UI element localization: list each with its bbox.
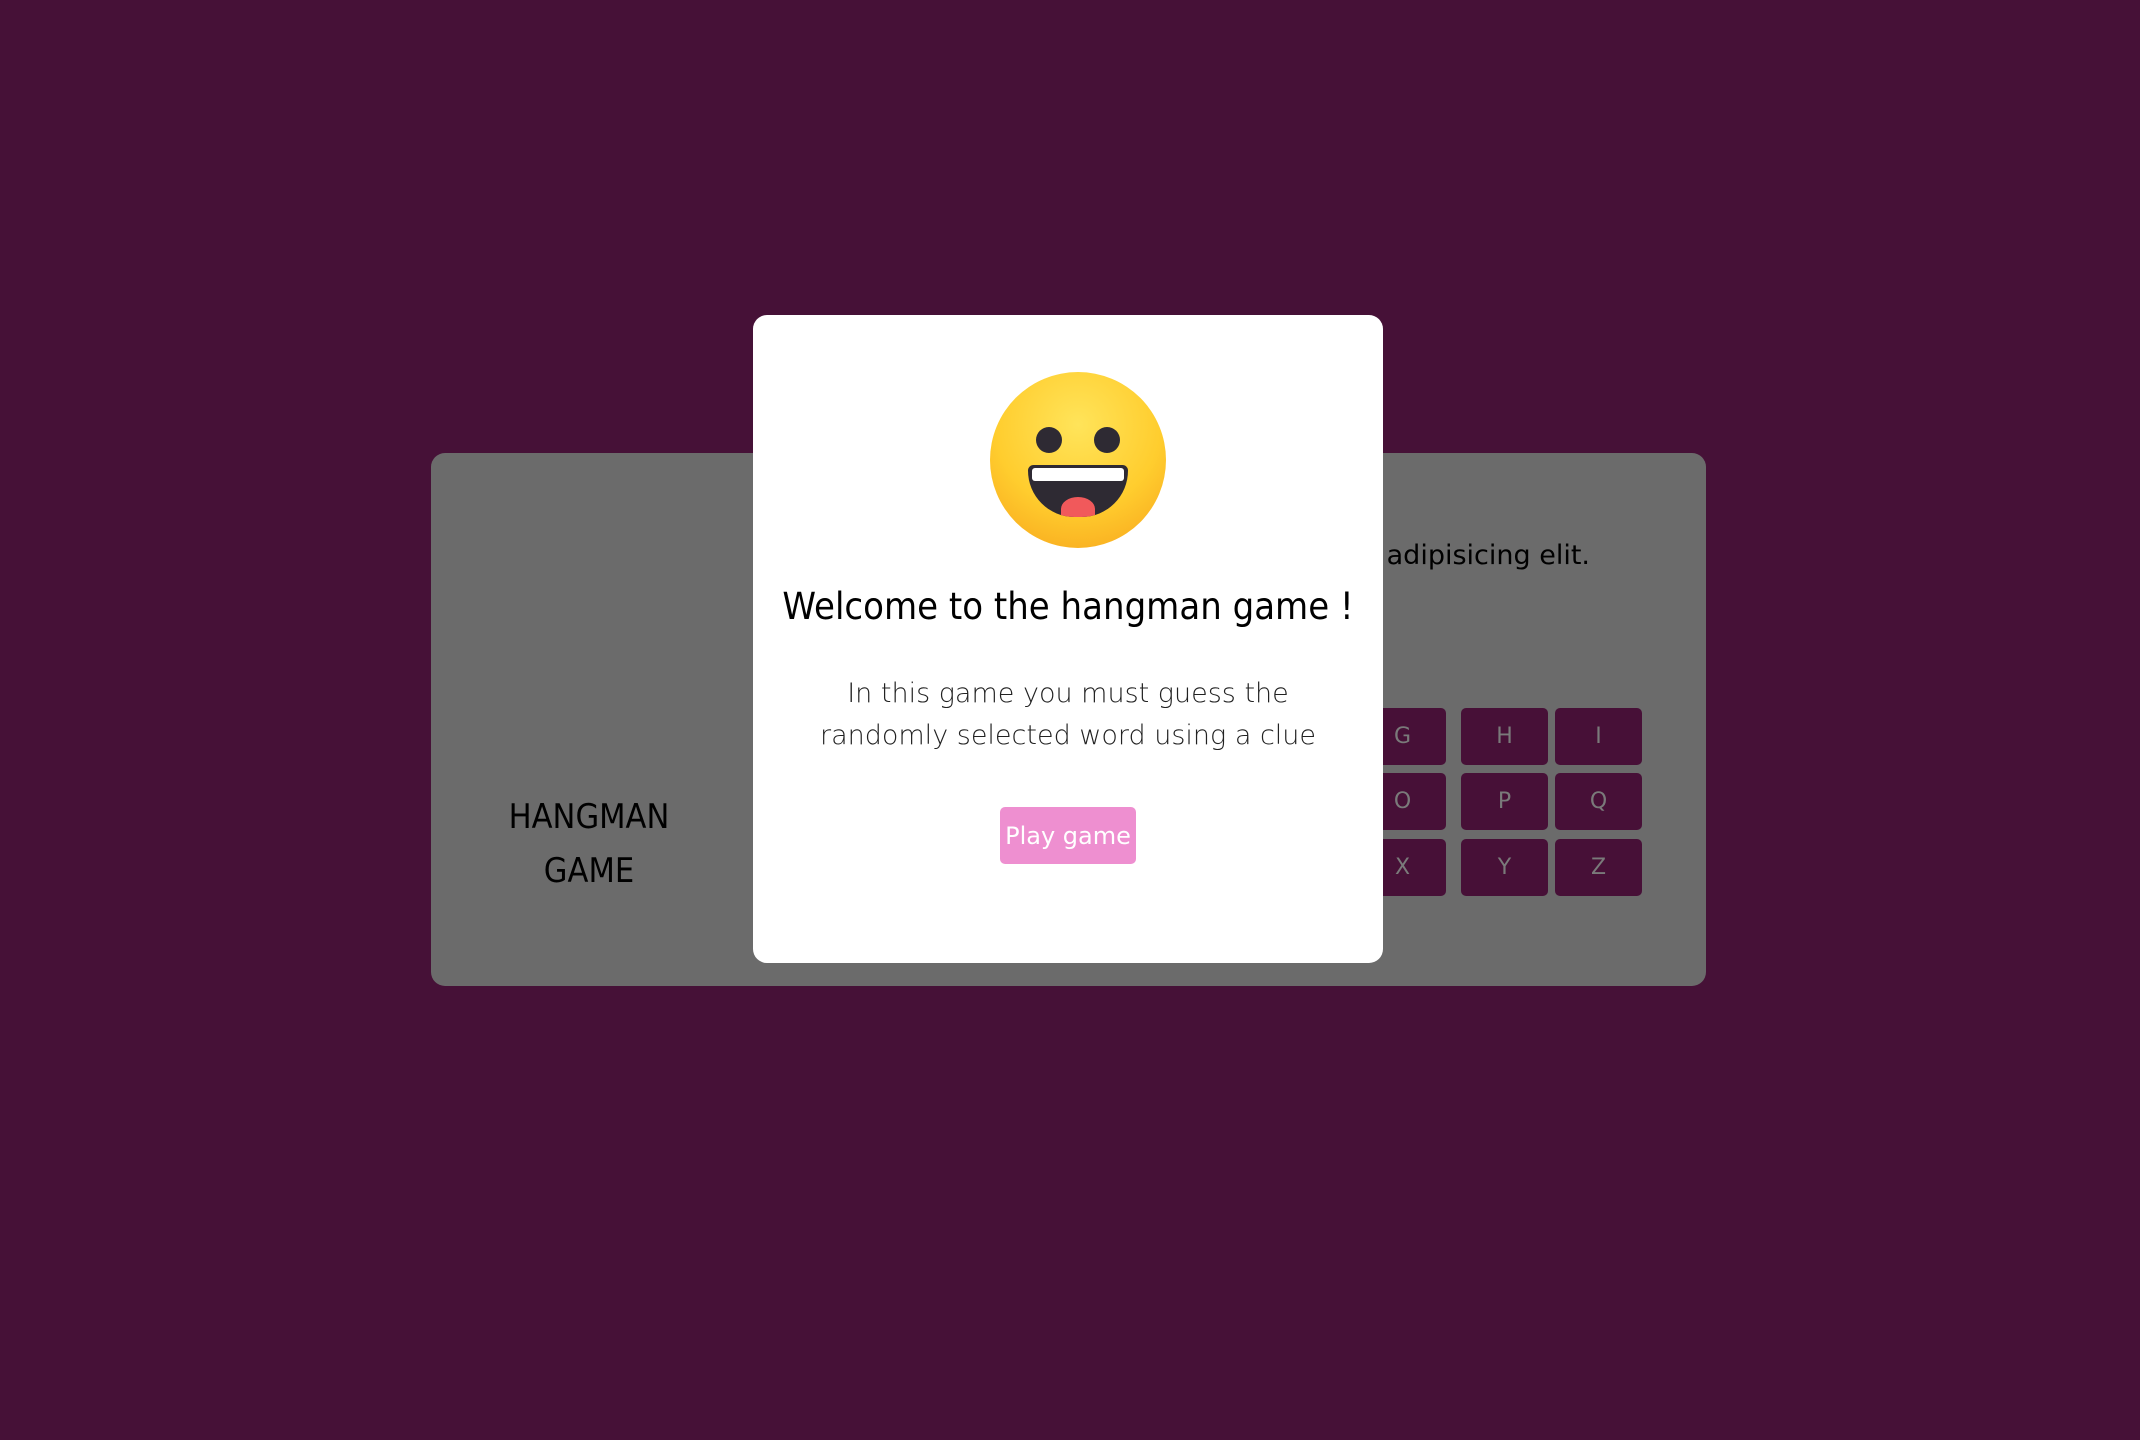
emoji-teeth (1032, 468, 1124, 481)
game-title-line2: GAME (543, 851, 635, 891)
emoji-mouth (1028, 465, 1128, 517)
modal-title: Welcome to the hangman game ! (782, 585, 1354, 628)
grinning-face-emoji-icon (990, 372, 1166, 548)
key-p[interactable]: P (1461, 773, 1548, 830)
emoji-right-eye (1094, 427, 1120, 453)
play-game-button[interactable]: Play game (1000, 807, 1136, 864)
game-title-line1: HANGMAN (508, 797, 670, 837)
key-z[interactable]: Z (1555, 839, 1642, 896)
emoji-tongue (1061, 497, 1095, 517)
welcome-modal: Welcome to the hangman game ! In this ga… (753, 315, 1383, 963)
key-h[interactable]: H (1461, 708, 1548, 765)
game-title: HANGMAN GAME (495, 790, 684, 898)
emoji-left-eye (1036, 427, 1062, 453)
key-y[interactable]: Y (1461, 839, 1548, 896)
key-i[interactable]: I (1555, 708, 1642, 765)
key-q[interactable]: Q (1555, 773, 1642, 830)
modal-description: In this game you must guess the randomly… (819, 678, 1317, 751)
